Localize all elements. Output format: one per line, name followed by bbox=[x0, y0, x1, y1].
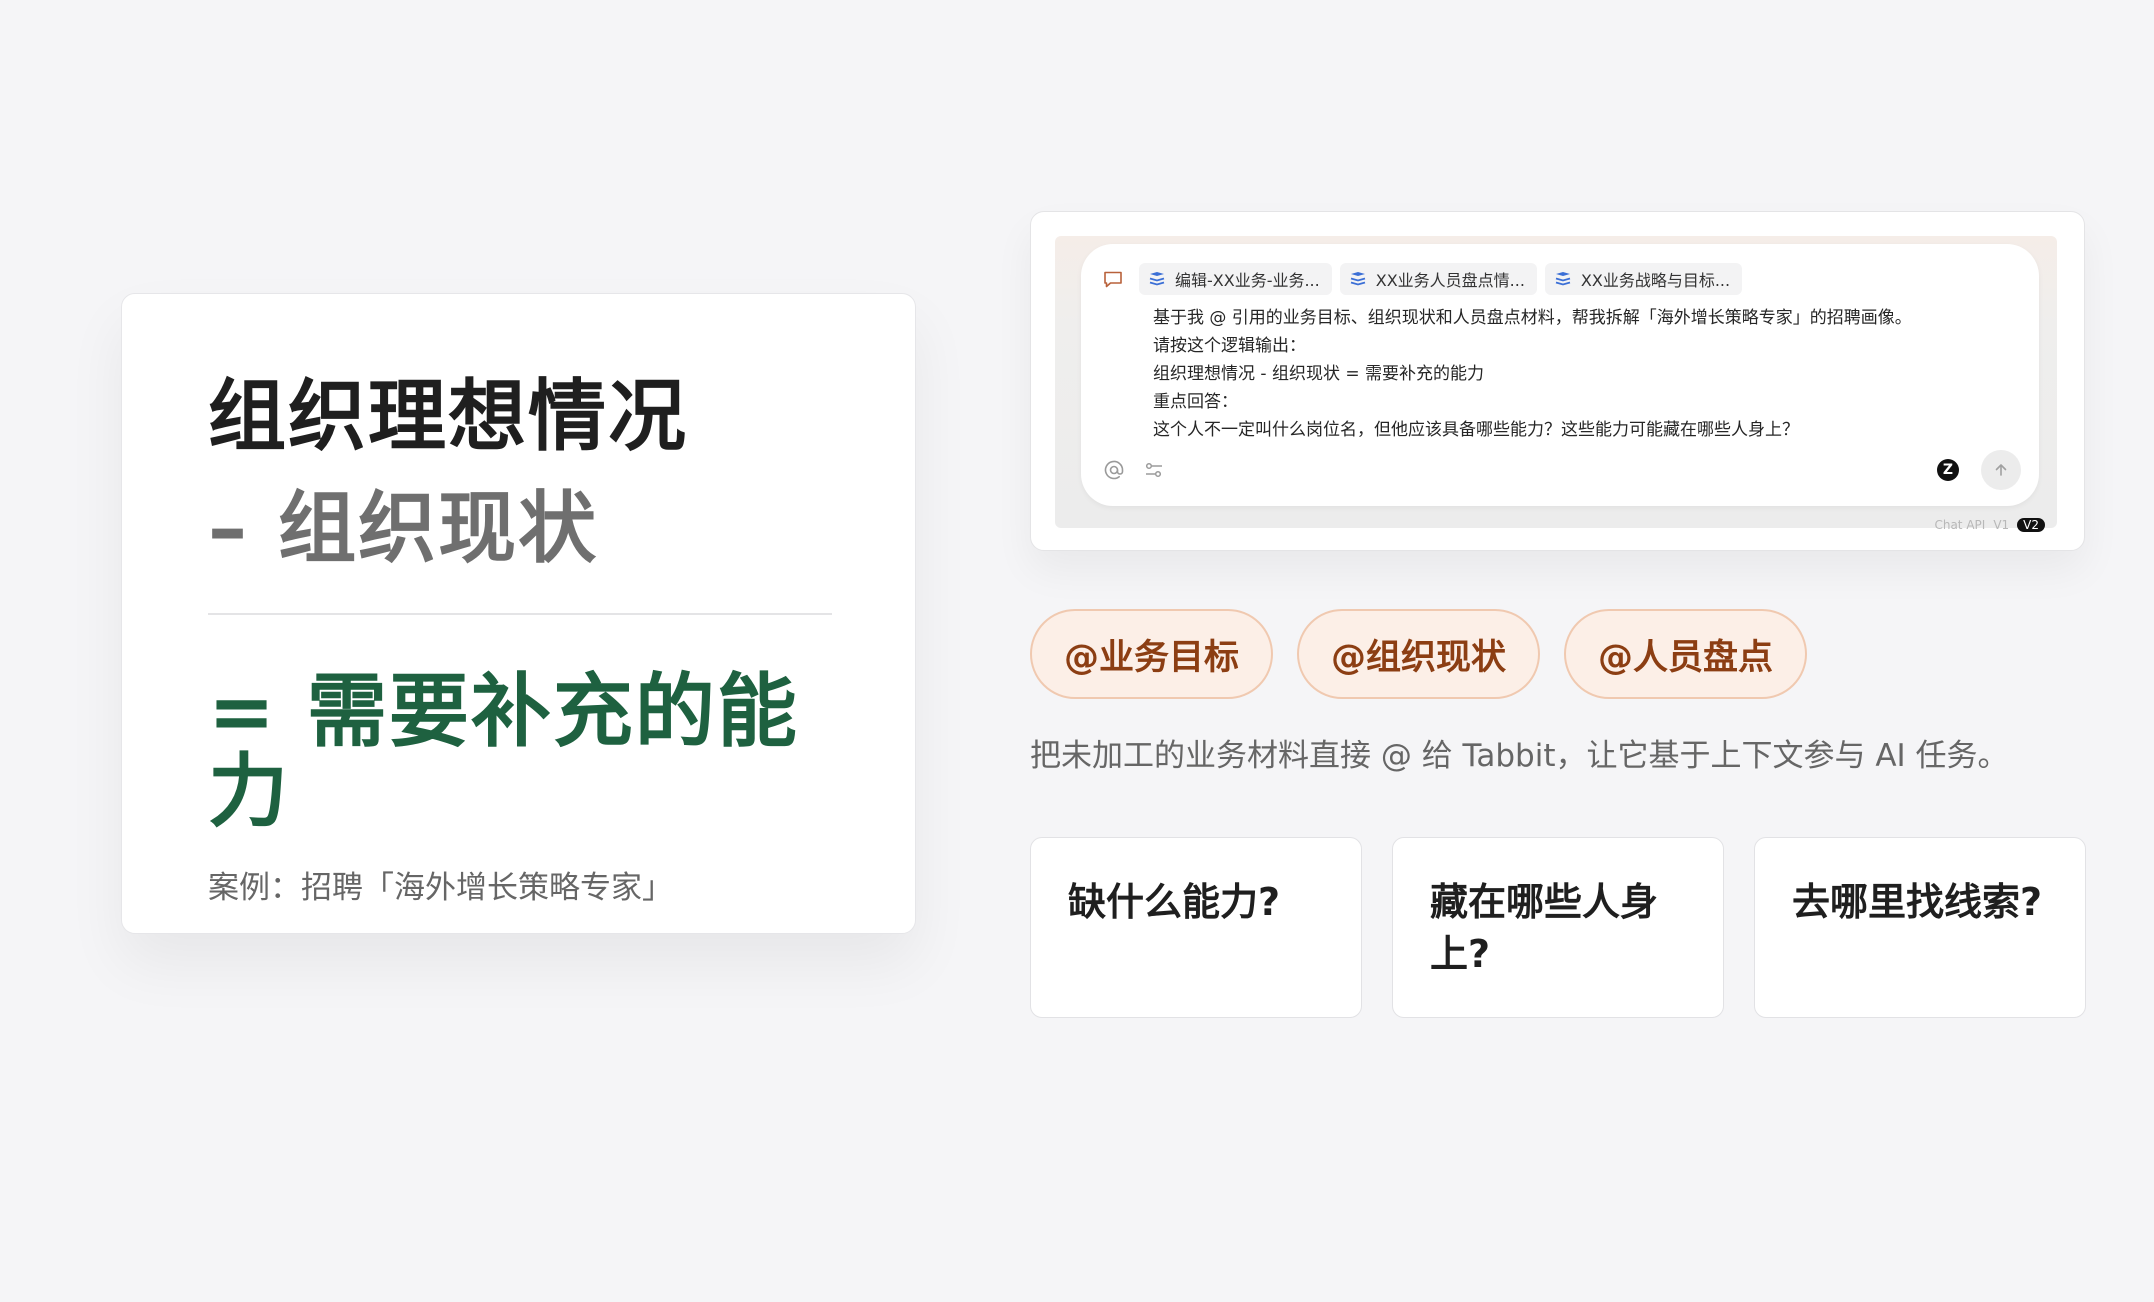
footer-peek-pill: V2 bbox=[2017, 518, 2045, 532]
prompt-line: 重点回答： bbox=[1153, 392, 1238, 412]
chat-footer-peek: Chat API V1 V2 bbox=[1934, 518, 2045, 532]
attachment-row: 编辑-XX业务-业务... XX业务人员盘点情... XX业务战略与目标... bbox=[1101, 262, 2021, 296]
layers-doc-icon bbox=[1149, 272, 1165, 286]
description-text: 把未加工的业务材料直接 @ 给 Tabbit，让它基于上下文参与 AI 任务。 bbox=[1030, 738, 2009, 774]
prompt-line: 基于我 @ 引用的业务目标、组织现状和人员盘点材料，帮我拆解「海外增长策略专家」… bbox=[1153, 308, 1912, 328]
layers-doc-icon bbox=[1555, 272, 1571, 286]
formula-result: = 需要补充的能力 bbox=[208, 665, 799, 838]
formula-card: 组织理想情况 – 组织现状 = 需要补充的能力 案例：招聘「海外增长策略专家」 bbox=[121, 293, 916, 934]
layers-doc-icon bbox=[1350, 272, 1365, 286]
attachment-chip-2[interactable]: XX业务人员盘点情... bbox=[1339, 263, 1537, 295]
question-card-missing-ability: 缺什么能力? bbox=[1030, 837, 1362, 1018]
attachment-label: 编辑-XX业务-业务... bbox=[1175, 271, 1320, 290]
page: 组织理想情况 – 组织现状 = 需要补充的能力 案例：招聘「海外增长策略专家」 bbox=[0, 0, 2154, 1302]
formula-ideal: 组织理想情况 bbox=[208, 372, 689, 462]
attachment-label: XX业务人员盘点情... bbox=[1375, 271, 1525, 290]
chat-composer[interactable]: 编辑-XX业务-业务... XX业务人员盘点情... XX业务战略与目标... … bbox=[1081, 244, 2039, 506]
tag-people-review[interactable]: @人员盘点 bbox=[1564, 609, 1808, 699]
attachment-chip-3[interactable]: XX业务战略与目标... bbox=[1544, 263, 1743, 295]
settings-sliders-icon[interactable] bbox=[1143, 459, 1165, 481]
chat-bubble-icon bbox=[1104, 271, 1122, 288]
prompt-line: 这个人不一定叫什么岗位名，但他应该具备哪些能力？这些能力可能藏在哪些人身上？ bbox=[1153, 420, 1799, 440]
prompt-line: 组织理想情况 - 组织现状 = 需要补充的能力 bbox=[1153, 364, 1484, 384]
question-card-where-to-look: 去哪里找线索? bbox=[1754, 837, 2086, 1018]
question-cards: 缺什么能力? 藏在哪些人身上? 去哪里找线索? bbox=[1030, 837, 2086, 1018]
attachment-label: XX业务战略与目标... bbox=[1580, 271, 1731, 290]
footer-peek-mid: V1 bbox=[1993, 518, 2010, 532]
formula-case-caption: 案例：招聘「海外增长策略专家」 bbox=[208, 870, 673, 906]
chat-window: 编辑-XX业务-业务... XX业务人员盘点情... XX业务战略与目标... … bbox=[1055, 236, 2057, 532]
model-badge[interactable]: Z bbox=[1937, 459, 1959, 481]
send-button[interactable] bbox=[1981, 450, 2021, 490]
tag-row: @业务目标 @组织现状 @人员盘点 bbox=[1030, 609, 1808, 699]
arrow-up-icon bbox=[1995, 464, 2007, 476]
formula-divider bbox=[208, 613, 832, 615]
tag-org-status[interactable]: @组织现状 bbox=[1297, 609, 1541, 699]
question-card-who-has-it: 藏在哪些人身上? bbox=[1392, 837, 1724, 1018]
prompt-text[interactable]: 基于我 @ 引用的业务目标、组织现状和人员盘点材料，帮我拆解「海外增长策略专家」… bbox=[1153, 304, 2021, 444]
chat-screenshot-card: 编辑-XX业务-业务... XX业务人员盘点情... XX业务战略与目标... … bbox=[1030, 211, 2085, 551]
mention-icon[interactable] bbox=[1103, 459, 1125, 481]
composer-toolbar: Z bbox=[1103, 450, 2021, 490]
footer-peek-left: Chat API bbox=[1934, 518, 1986, 532]
prompt-line: 请按这个逻辑输出： bbox=[1153, 336, 1306, 356]
formula-current: – 组织现状 bbox=[208, 484, 599, 574]
tag-business-goal[interactable]: @业务目标 bbox=[1030, 609, 1274, 699]
attachment-chip-1[interactable]: 编辑-XX业务-业务... bbox=[1139, 263, 1332, 295]
